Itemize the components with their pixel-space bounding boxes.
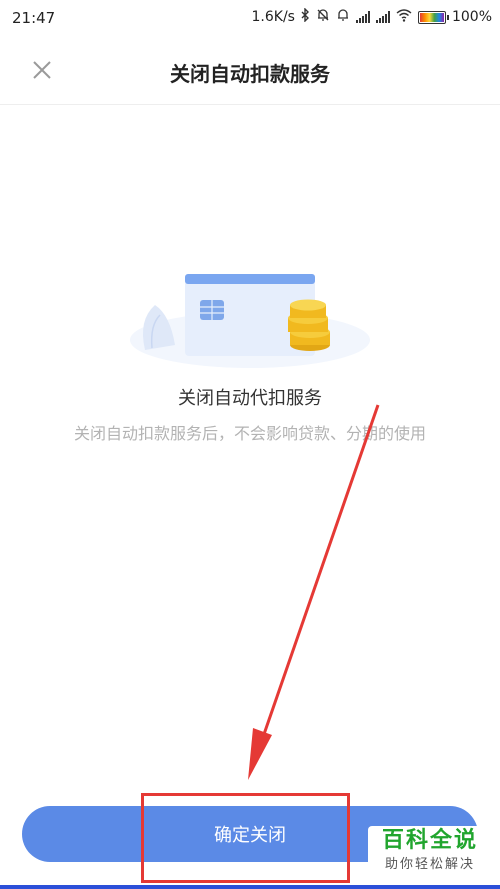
screen: 21:47 1.6K/s 100% 关闭自动扣款服务 关闭自动代扣服务 关闭自动… <box>0 0 500 889</box>
signal-icon <box>375 11 390 23</box>
annotation-arrow <box>248 404 380 780</box>
wifi-icon <box>396 8 412 26</box>
service-title: 关闭自动代扣服务 <box>178 388 322 409</box>
bell-icon <box>336 8 350 26</box>
watermark-main-text: 百科全说 <box>381 828 478 853</box>
service-description: 关闭自动扣款服务后，不会影响贷款、分期的使用 <box>73 424 426 443</box>
coins-icon <box>288 299 330 351</box>
page-title: 关闭自动扣款服务 <box>170 62 330 86</box>
battery-level: 100% <box>451 9 492 25</box>
watermark-sub-text: 助你轻松解决 <box>384 857 475 872</box>
signal-icon <box>355 11 370 23</box>
network-speed: 1.6K/s <box>251 9 295 25</box>
bottom-edge <box>0 885 500 889</box>
battery-icon <box>417 10 449 24</box>
confirm-close-label: 确定关闭 <box>214 825 286 846</box>
mute-bell-icon <box>316 8 330 26</box>
header: 关闭自动扣款服务 <box>0 36 500 105</box>
status-time: 21:47 <box>12 9 56 27</box>
status-icons: 1.6K/s 100% <box>251 7 492 26</box>
watermark-logo: 百科全说 助你轻松解决 <box>368 826 492 882</box>
status-bar: 21:47 1.6K/s 100% <box>0 0 500 36</box>
bluetooth-icon <box>301 7 310 26</box>
card-illustration <box>130 274 370 368</box>
